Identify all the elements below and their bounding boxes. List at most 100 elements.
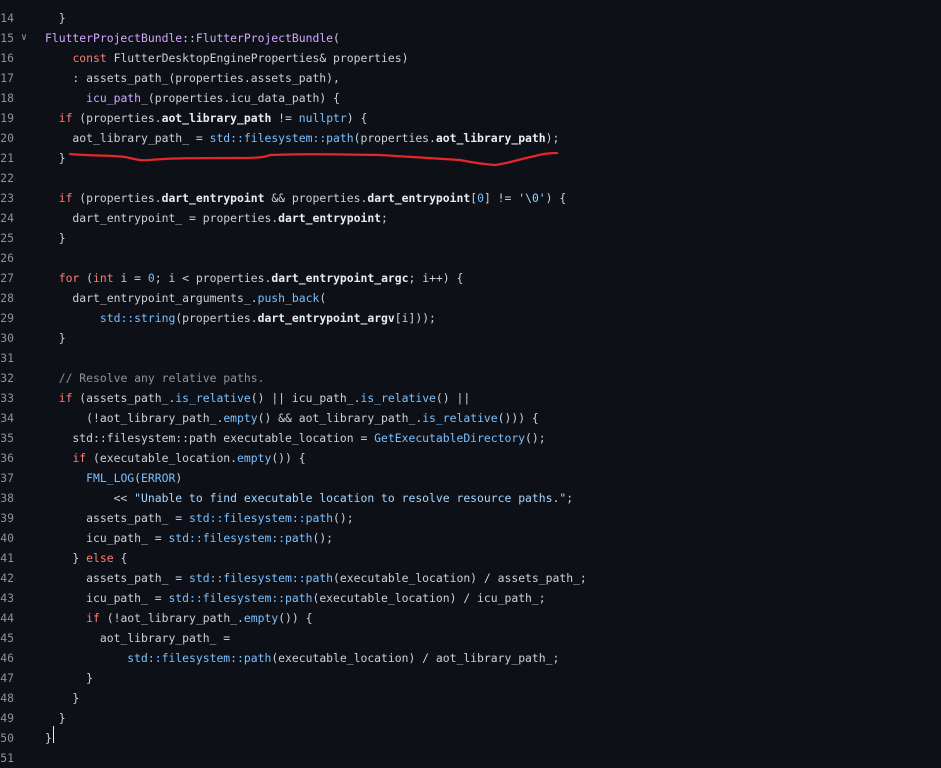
line-number: 43 — [0, 591, 14, 605]
code-line[interactable]: 14 — [0, 8, 941, 28]
line-number: 17 — [0, 71, 14, 85]
code-text: FlutterProjectBundle::FlutterProjectBund… — [45, 31, 340, 45]
line-number: 44 — [0, 611, 14, 625]
code-line[interactable]: 48 } — [0, 688, 941, 708]
code-line[interactable]: 49 } — [0, 708, 941, 728]
line-number: 20 — [0, 131, 14, 145]
line-number: 39 — [0, 511, 14, 525]
code-text: } — [45, 671, 94, 685]
line-number: 14 — [0, 11, 14, 25]
code-line[interactable]: 16 const FlutterDesktopEngineProperties&… — [0, 48, 941, 68]
code-line[interactable]: 37 FML_LOG(ERROR) — [0, 468, 941, 488]
code-line[interactable]: 19 if (properties.aot_library_path != nu… — [0, 108, 941, 128]
line-number: 36 — [0, 451, 14, 465]
code-line[interactable]: 20 aot_library_path_ = std::filesystem::… — [0, 128, 941, 148]
code-line-partial: } — [0, 0, 941, 25]
code-text: } — [45, 711, 66, 725]
code-text: if (properties.dart_entrypoint && proper… — [58, 191, 567, 205]
code-line[interactable]: 39 assets_path_ = std::filesystem::path(… — [0, 508, 941, 528]
fold-chevron-icon[interactable]: ∨ — [21, 28, 31, 48]
line-number: 30 — [0, 331, 14, 345]
code-line[interactable]: 41 } else { — [0, 548, 941, 568]
line-number: 27 — [0, 271, 14, 285]
line-number: 45 — [0, 631, 14, 645]
code-line[interactable]: 18 icu_path_(properties.icu_data_path) { — [0, 88, 941, 108]
code-line[interactable]: 33 if (assets_path_.is_relative() || icu… — [0, 388, 941, 408]
code-text: if (properties.aot_library_path != nullp… — [58, 111, 368, 125]
line-number: 51 — [0, 751, 14, 765]
line-number: 21 — [0, 151, 14, 165]
code-text: std::string(properties.dart_entrypoint_a… — [99, 311, 436, 325]
line-number: 38 — [0, 491, 14, 505]
code-text: assets_path_ = std::filesystem::path(); — [45, 511, 354, 525]
code-text: std::filesystem::path executable_locatio… — [45, 431, 546, 445]
code-line[interactable]: 24 dart_entrypoint_ = properties.dart_en… — [0, 208, 941, 228]
line-number: 34 — [0, 411, 14, 425]
code-line[interactable]: 15 ∨ FlutterProjectBundle::FlutterProjectB… — [0, 28, 941, 48]
code-text: << "Unable to find executable location t… — [45, 491, 574, 505]
line-number: 37 — [0, 471, 14, 485]
code-line[interactable]: 23 if (properties.dart_entrypoint && pro… — [0, 188, 941, 208]
code-line[interactable]: 47 } — [0, 668, 941, 688]
code-line[interactable]: 26 — [0, 248, 941, 268]
code-text: if (!aot_library_path_.empty()) { — [86, 611, 313, 625]
code-line[interactable]: 51 — [0, 748, 941, 768]
code-line[interactable]: 36 if (executable_location.empty()) { — [0, 448, 941, 468]
code-line[interactable]: 34 (!aot_library_path_.empty() && aot_li… — [0, 408, 941, 428]
line-number: 47 — [0, 671, 14, 685]
code-editor[interactable]: } 1415 ∨ FlutterProjectBundle::FlutterProj… — [0, 0, 941, 767]
text-cursor — [53, 726, 54, 743]
line-number: 15 — [0, 31, 14, 45]
code-text: icu_path_(properties.icu_data_path) { — [86, 91, 340, 105]
code-line[interactable]: 22 — [0, 168, 941, 188]
code-text: } — [45, 731, 52, 745]
code-line[interactable]: 28 dart_entrypoint_arguments_.push_back( — [0, 288, 941, 308]
line-number: 33 — [0, 391, 14, 405]
line-number: 41 — [0, 551, 14, 565]
code-line[interactable]: 40 icu_path_ = std::filesystem::path(); — [0, 528, 941, 548]
code-line[interactable]: 38 << "Unable to find executable locatio… — [0, 488, 941, 508]
line-number: 28 — [0, 291, 14, 305]
code-line[interactable]: 31 — [0, 348, 941, 368]
line-number: 23 — [0, 191, 14, 205]
code-line[interactable]: 46 std::filesystem::path(executable_loca… — [0, 648, 941, 668]
code-line[interactable]: 30 } — [0, 328, 941, 348]
code-text: icu_path_ = std::filesystem::path(); — [45, 531, 334, 545]
code-line[interactable]: 44 if (!aot_library_path_.empty()) { — [0, 608, 941, 628]
code-text: icu_path_ = std::filesystem::path(execut… — [45, 591, 546, 605]
code-line[interactable]: 35 std::filesystem::path executable_loca… — [0, 428, 941, 448]
line-number: 19 — [0, 111, 14, 125]
code-text: } else { — [45, 551, 128, 565]
line-number: 22 — [0, 171, 14, 185]
code-text: FML_LOG(ERROR) — [86, 471, 183, 485]
line-number: 50 — [0, 731, 14, 745]
line-number: 29 — [0, 311, 14, 325]
line-number: 32 — [0, 371, 14, 385]
line-number: 26 — [0, 251, 14, 265]
line-number: 42 — [0, 571, 14, 585]
code-line[interactable]: 43 icu_path_ = std::filesystem::path(exe… — [0, 588, 941, 608]
code-text: aot_library_path_ = std::filesystem::pat… — [45, 131, 560, 145]
line-number: 24 — [0, 211, 14, 225]
code-line[interactable]: 50} — [0, 728, 941, 748]
code-line[interactable]: 21 } — [0, 148, 941, 168]
line-number: 31 — [0, 351, 14, 365]
code-line[interactable]: 29 std::string(properties.dart_entrypoin… — [0, 308, 941, 328]
code-line[interactable]: 17 : assets_path_(properties.assets_path… — [0, 68, 941, 88]
code-text: : assets_path_(properties.assets_path), — [45, 71, 340, 85]
line-number: 46 — [0, 651, 14, 665]
code-line[interactable]: 27 for (int i = 0; i < properties.dart_e… — [0, 268, 941, 288]
code-text: aot_library_path_ = — [45, 631, 231, 645]
code-line[interactable]: 42 assets_path_ = std::filesystem::path(… — [0, 568, 941, 588]
code-line[interactable]: 32 // Resolve any relative paths. — [0, 368, 941, 388]
code-text: } — [45, 231, 66, 245]
code-text: std::filesystem::path(executable_locatio… — [127, 651, 560, 665]
code-text: } — [45, 691, 80, 705]
code-line[interactable]: 25 } — [0, 228, 941, 248]
code-text: // Resolve any relative paths. — [58, 371, 265, 385]
code-text: for (int i = 0; i < properties.dart_entr… — [58, 271, 464, 285]
code-line[interactable]: 45 aot_library_path_ = — [0, 628, 941, 648]
line-number: 35 — [0, 431, 14, 445]
code-text: if (assets_path_.is_relative() || icu_pa… — [58, 391, 471, 405]
code-text: dart_entrypoint_arguments_.push_back( — [45, 291, 327, 305]
